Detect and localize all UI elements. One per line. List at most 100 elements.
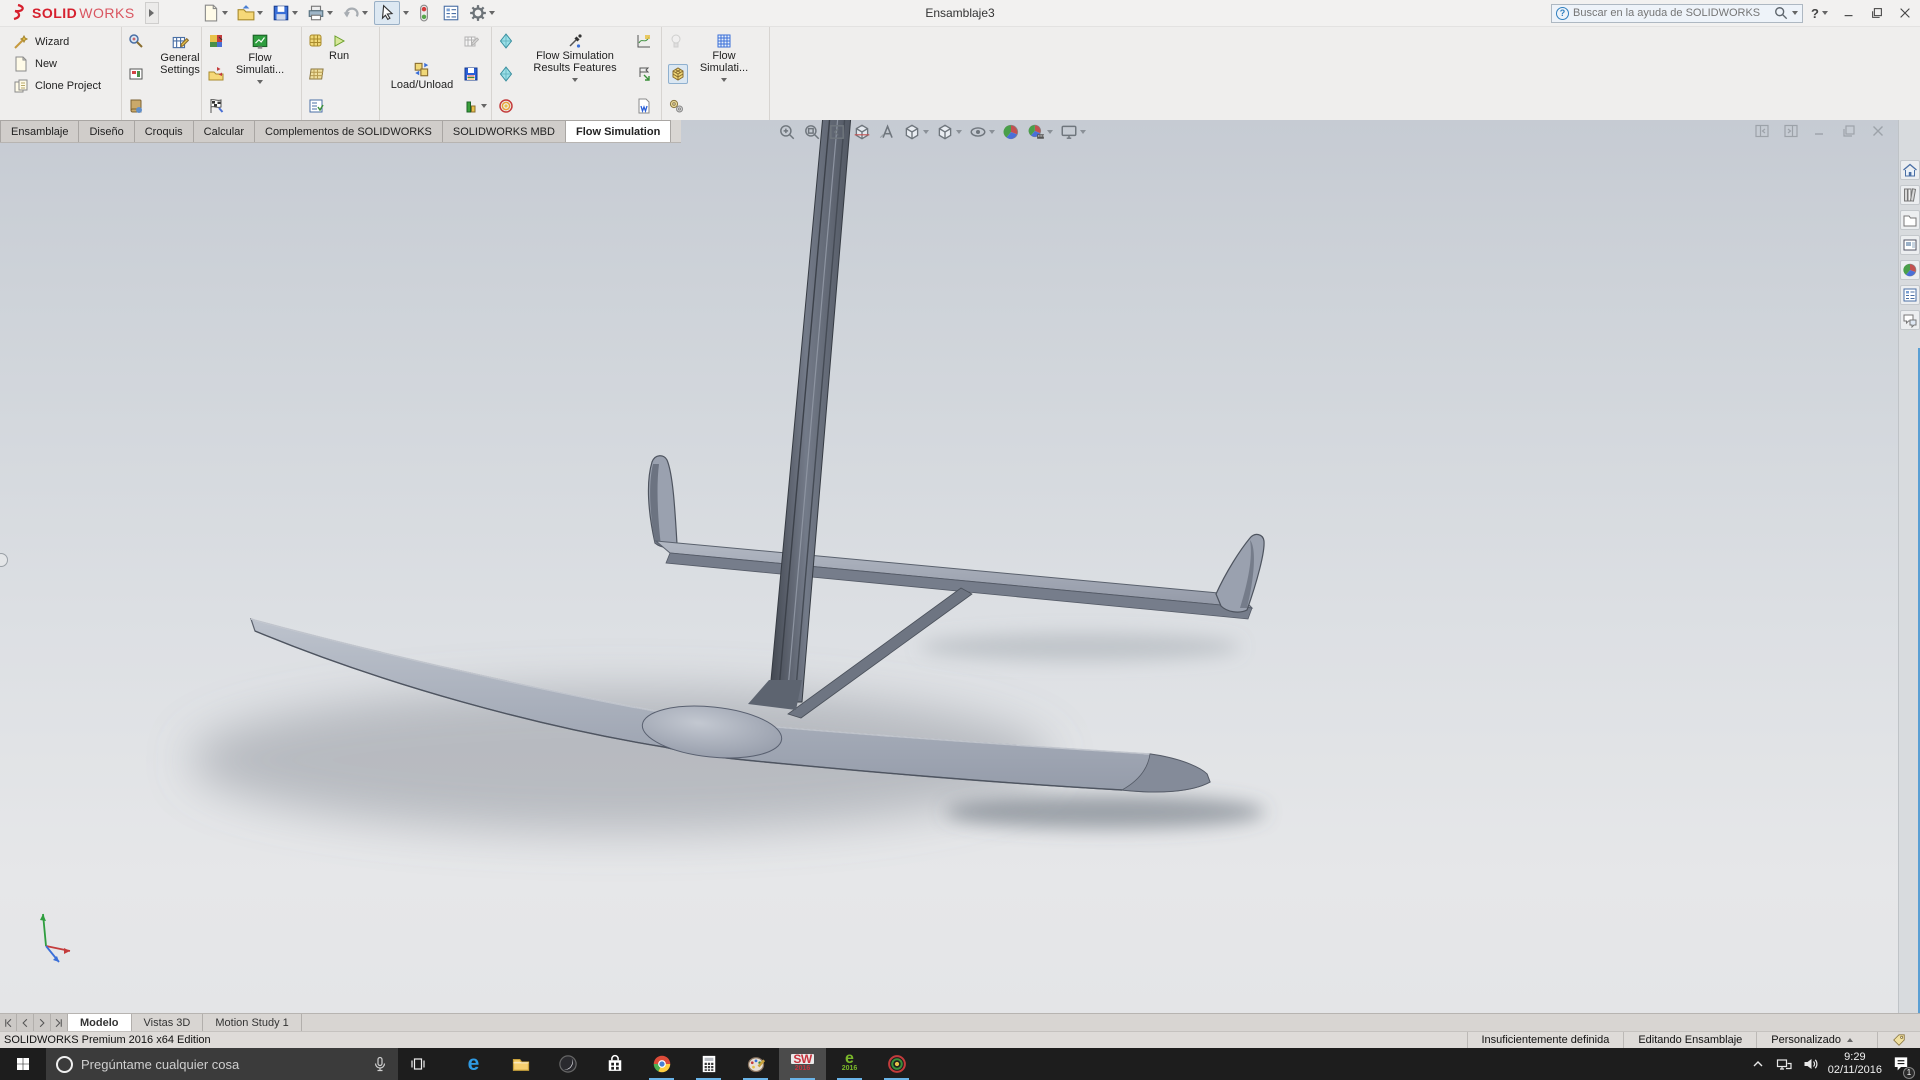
expand-right-pane-button[interactable]	[1783, 123, 1799, 139]
chart-dropdown-icon[interactable]	[481, 104, 487, 108]
undo-button[interactable]	[339, 2, 371, 24]
goals-flag-icon[interactable]	[208, 98, 224, 114]
calculator-app-button[interactable]	[685, 1048, 732, 1080]
file-explorer-app-button[interactable]	[497, 1048, 544, 1080]
goals-plot-icon[interactable]	[636, 66, 652, 82]
resources-home-button[interactable]	[1900, 160, 1920, 180]
tab-croquis[interactable]: Croquis	[135, 120, 194, 142]
lightbulb-icon[interactable]	[668, 33, 684, 49]
tab-motion-study[interactable]: Motion Study 1	[203, 1014, 301, 1031]
wizard-button[interactable]: Wizard	[10, 31, 104, 52]
zoom-check-icon[interactable]	[128, 33, 144, 49]
view-orientation-button[interactable]	[901, 122, 931, 142]
global-mesh-icon[interactable]	[308, 33, 324, 49]
tab-modelo[interactable]: Modelo	[68, 1014, 132, 1031]
minimize-button[interactable]	[1842, 6, 1856, 20]
apply-scene-button[interactable]	[1025, 122, 1055, 142]
units-map-icon[interactable]	[208, 33, 224, 49]
print-button[interactable]	[304, 2, 336, 24]
gears-icon[interactable]	[668, 98, 684, 114]
file-properties-button[interactable]	[439, 2, 463, 24]
custom-properties-button[interactable]	[1900, 285, 1920, 305]
load-unload-button[interactable]: Load/Unload	[386, 31, 458, 118]
apply-scene-dropdown-icon[interactable]	[1047, 130, 1053, 134]
zoom-to-area-button[interactable]	[801, 122, 823, 142]
restore-button[interactable]	[1870, 6, 1884, 20]
open-dropdown-icon[interactable]	[257, 11, 263, 15]
hide-show-dropdown-icon[interactable]	[989, 130, 995, 134]
batch-run-icon[interactable]	[308, 98, 324, 114]
file-explorer-button[interactable]	[1900, 210, 1920, 230]
show-mesh-active-button[interactable]	[668, 64, 688, 84]
component-control-icon[interactable]	[128, 66, 144, 82]
options-dropdown-icon[interactable]	[489, 11, 495, 15]
select-dropdown-icon[interactable]	[403, 11, 409, 15]
doc-restore-button[interactable]	[1841, 123, 1857, 139]
expand-left-pane-button[interactable]	[1754, 123, 1770, 139]
flow-trajectories-icon[interactable]	[498, 98, 514, 114]
tab-scroll-next-button[interactable]	[34, 1014, 51, 1031]
cortana-search-box[interactable]	[46, 1048, 398, 1080]
surface-plot-diamond-icon[interactable]	[498, 66, 514, 82]
action-center-button[interactable]: 1	[1892, 1054, 1910, 1075]
task-view-button[interactable]	[398, 1048, 438, 1080]
cut-plot-diamond-icon[interactable]	[498, 33, 514, 49]
tab-complementos[interactable]: Complementos de SOLIDWORKS	[255, 120, 443, 142]
tag-area[interactable]	[1877, 1032, 1920, 1048]
flow-simulation-results-features-button[interactable]: Flow Simulation Results Features	[519, 31, 631, 118]
tab-scroll-last-button[interactable]	[51, 1014, 68, 1031]
save-button[interactable]	[269, 2, 301, 24]
view-settings-dropdown-icon[interactable]	[1080, 130, 1086, 134]
flow-simulation-app-button[interactable]	[873, 1048, 920, 1080]
select-tool-button[interactable]	[374, 1, 400, 25]
new-project-button[interactable]: New	[10, 53, 104, 74]
save-results-icon[interactable]	[463, 66, 479, 82]
annotation-views-button[interactable]	[876, 122, 898, 142]
cortana-search-input[interactable]	[81, 1057, 364, 1072]
close-button[interactable]	[1898, 6, 1912, 20]
flow-sim-right-dropdown-icon[interactable]	[721, 78, 727, 82]
tab-diseno[interactable]: Diseño	[79, 120, 134, 142]
tab-calcular[interactable]: Calcular	[194, 120, 255, 142]
engineering-database-icon[interactable]	[128, 98, 144, 114]
design-library-button[interactable]	[1900, 185, 1920, 205]
zoom-to-fit-button[interactable]	[776, 122, 798, 142]
help-button[interactable]: ?	[1811, 6, 1828, 21]
tab-vistas-3d[interactable]: Vistas 3D	[132, 1014, 204, 1031]
edit-appearance-button[interactable]	[1000, 122, 1022, 142]
report-doc-icon[interactable]	[636, 98, 652, 114]
rebuild-button[interactable]	[412, 2, 436, 24]
tray-chevron-icon[interactable]	[1750, 1056, 1766, 1072]
network-icon[interactable]	[1776, 1056, 1792, 1072]
doc-close-button[interactable]	[1870, 123, 1886, 139]
results-features-dropdown-icon[interactable]	[572, 78, 578, 82]
paint-app-button[interactable]	[732, 1048, 779, 1080]
appearances-button[interactable]	[1900, 260, 1920, 280]
xy-plot-icon[interactable]	[636, 33, 652, 49]
results-summary-icon[interactable]	[463, 33, 479, 49]
graphics-viewport[interactable]: Ensamblaje Diseño Croquis Calcular Compl…	[0, 120, 1920, 1013]
new-dropdown-icon[interactable]	[222, 11, 228, 15]
view-orientation-dropdown-icon[interactable]	[923, 130, 929, 134]
microphone-icon[interactable]	[372, 1056, 388, 1072]
open-document-button[interactable]	[234, 2, 266, 24]
search-dropdown-icon[interactable]	[1792, 11, 1798, 15]
configuration-selector[interactable]: Personalizado	[1756, 1032, 1877, 1048]
section-view-button[interactable]	[851, 122, 873, 142]
mesh-honeycomb-icon[interactable]	[308, 66, 324, 82]
help-dropdown-icon[interactable]	[1822, 11, 1828, 15]
view-palette-button[interactable]	[1900, 235, 1920, 255]
tab-ensamblaje[interactable]: Ensamblaje	[0, 120, 79, 142]
previous-view-button[interactable]	[826, 122, 848, 142]
doc-minimize-button[interactable]	[1812, 123, 1828, 139]
plot-chart-icon[interactable]	[463, 98, 479, 114]
forum-button[interactable]	[1900, 310, 1920, 330]
menu-flyout-button[interactable]	[145, 2, 159, 24]
tab-flow-simulation[interactable]: Flow Simulation	[566, 120, 671, 142]
display-style-button[interactable]	[934, 122, 964, 142]
edge-app-button[interactable]: e	[450, 1048, 497, 1080]
hide-show-items-button[interactable]	[967, 122, 997, 142]
start-button[interactable]	[0, 1048, 46, 1080]
chrome-app-button[interactable]	[638, 1048, 685, 1080]
edrawings-app-button[interactable]: e2016	[826, 1048, 873, 1080]
